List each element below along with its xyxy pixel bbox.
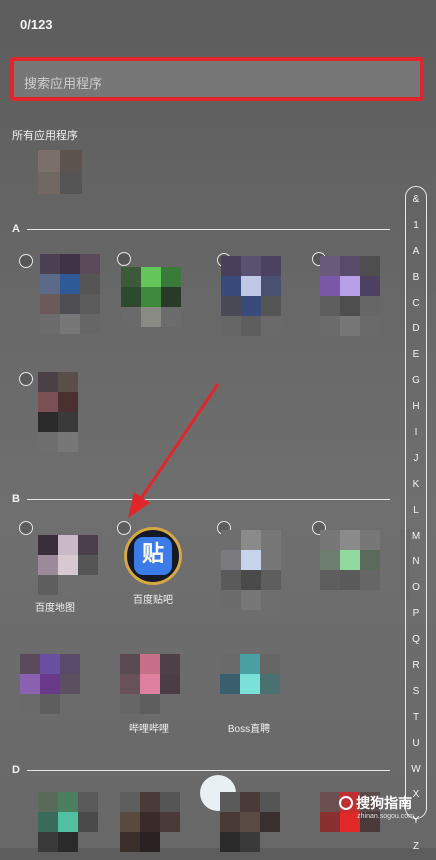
- watermark-logo-icon: [339, 796, 354, 810]
- watermark-url: zhinan.sogou.com: [357, 813, 414, 820]
- watermark-name: 搜狗指南: [356, 795, 413, 811]
- arrow-shaft: [138, 383, 220, 501]
- arrow-head: [128, 492, 150, 518]
- watermark: 搜狗指南 zhinan.sogou.com: [339, 793, 414, 820]
- annotation-arrow: [128, 383, 220, 518]
